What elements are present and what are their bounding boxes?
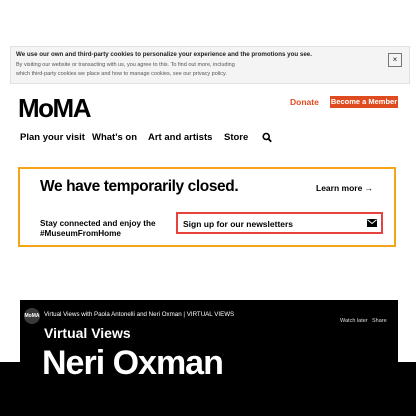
video-title: Neri Oxman (42, 344, 224, 382)
mail-icon (367, 219, 377, 227)
learn-more-link[interactable]: Learn more → (316, 183, 373, 193)
nav-store[interactable]: Store (224, 132, 248, 144)
donate-link[interactable]: Donate (290, 97, 319, 107)
channel-avatar[interactable]: MoMA (24, 308, 40, 324)
cookie-banner-details: By visiting our website or transacting w… (16, 61, 376, 79)
moma-logo[interactable]: MoMA (18, 95, 91, 121)
cookie-detail-line: By visiting our website or transacting w… (16, 62, 235, 68)
share-button[interactable]: Share (372, 318, 387, 324)
close-icon[interactable]: × (388, 53, 402, 67)
section-gap (0, 276, 416, 300)
newsletter-signup-label: Sign up for our newsletters (183, 219, 294, 229)
cookie-detail-line: which third-party cookies we place and h… (16, 71, 227, 77)
become-member-button[interactable]: Become a Member (330, 96, 398, 108)
nav-art-and-artists[interactable]: Art and artists (148, 132, 212, 144)
video-caption[interactable]: Virtual Views with Paola Antonelli and N… (44, 311, 344, 318)
cookie-banner-text: We use our own and third-party cookies t… (16, 51, 312, 58)
video-heading: Virtual Views (44, 325, 131, 341)
closed-heading: We have temporarily closed. (40, 178, 239, 195)
stay-connected-text: Stay connected and enjoy the #MuseumFrom… (40, 219, 156, 238)
watch-later-button[interactable]: Watch later (340, 318, 368, 324)
search-icon[interactable] (262, 132, 272, 144)
nav-plan-your-visit[interactable]: Plan your visit (20, 132, 85, 144)
nav-whats-on[interactable]: What's on (92, 132, 137, 144)
